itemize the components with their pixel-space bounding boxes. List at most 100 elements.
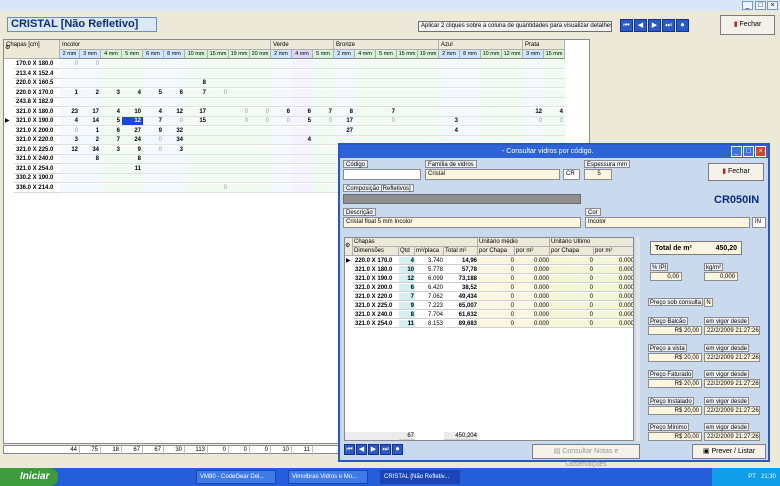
grid-cell[interactable]: 12	[122, 117, 143, 126]
grid-cell[interactable]	[122, 69, 143, 79]
grid-cell[interactable]	[101, 60, 122, 69]
dialog-cell[interactable]: 0	[478, 311, 515, 319]
grid-cell[interactable]	[292, 155, 313, 164]
grid-cell[interactable]	[418, 60, 439, 69]
grid-cell[interactable]	[397, 117, 418, 126]
grid-cell[interactable]	[208, 117, 229, 126]
grid-cell[interactable]	[313, 183, 334, 193]
grid-cell[interactable]: 8	[185, 79, 208, 88]
grid-cell[interactable]	[185, 69, 208, 79]
taskbar-item-cristal[interactable]: CRISTAL [Não Refletiv...	[380, 470, 460, 484]
grid-cell[interactable]	[271, 79, 292, 88]
grid-cell[interactable]	[523, 69, 544, 79]
dialog-cell[interactable]: 7.704	[415, 311, 444, 319]
grid-cell[interactable]	[143, 69, 164, 79]
grid-cell[interactable]: 0	[60, 126, 80, 136]
grid-cell[interactable]	[439, 60, 460, 69]
grid-cell[interactable]: 1	[60, 88, 80, 98]
grid-cell[interactable]: 17	[185, 107, 208, 117]
grid-cell[interactable]: 0	[143, 136, 164, 145]
grid-cell[interactable]: 0	[143, 145, 164, 155]
grid-cell[interactable]	[544, 69, 565, 79]
grid-cell[interactable]: 34	[164, 136, 185, 145]
dialog-cell[interactable]: 73,188	[444, 275, 478, 283]
dialog-cell[interactable]: 0	[478, 320, 515, 328]
dialog-cell[interactable]: 6.099	[415, 275, 444, 283]
dialog-cell[interactable]: 0	[550, 302, 594, 310]
dialog-cell[interactable]: 0.000	[515, 293, 550, 301]
grid-cell[interactable]: 24	[122, 136, 143, 145]
dialog-cell[interactable]: 0	[550, 320, 594, 328]
grid-cell[interactable]	[122, 79, 143, 88]
grid-cell[interactable]	[164, 155, 185, 164]
grid-cell[interactable]	[164, 60, 185, 69]
grid-cell[interactable]	[355, 60, 376, 69]
grid-cell[interactable]	[271, 183, 292, 193]
dialog-cell[interactable]: 38,52	[444, 284, 478, 292]
grid-cell[interactable]: 10	[122, 107, 143, 117]
grid-cell[interactable]: 12	[164, 107, 185, 117]
grid-cell[interactable]: 14	[80, 117, 101, 126]
dialog-close-button[interactable]: ▮ Fechar	[708, 163, 764, 181]
grid-cell[interactable]	[523, 126, 544, 136]
grid-cell[interactable]	[376, 69, 397, 79]
grid-cell[interactable]: 27	[334, 126, 355, 136]
grid-cell[interactable]	[164, 69, 185, 79]
grid-cell[interactable]	[60, 164, 80, 174]
grid-cell[interactable]	[544, 126, 565, 136]
grid-cell[interactable]	[185, 126, 208, 136]
close-icon[interactable]: ×	[767, 1, 778, 10]
dialog-cell[interactable]: 321.0 X 190.0	[353, 275, 399, 283]
nav-prev-button[interactable]: ◀	[634, 19, 647, 32]
grid-cell[interactable]: 2	[80, 136, 101, 145]
grid-cell[interactable]	[292, 174, 313, 183]
familia-code-field[interactable]: CR	[563, 169, 580, 180]
grid-cell[interactable]: 0	[229, 107, 250, 117]
grid-cell[interactable]: 4	[122, 88, 143, 98]
dialog-cell[interactable]: 9	[399, 302, 415, 310]
grid-cell[interactable]	[334, 79, 355, 88]
grid-cell[interactable]	[523, 79, 544, 88]
grid-cell[interactable]: 3	[101, 88, 122, 98]
grid-cell[interactable]	[313, 164, 334, 174]
dialog-cell[interactable]: 0.000	[594, 320, 633, 328]
grid-cell[interactable]	[122, 98, 143, 107]
grid-cell[interactable]	[143, 98, 164, 107]
ipi-field[interactable]: 0,00	[650, 272, 682, 281]
grid-cell[interactable]	[271, 145, 292, 155]
grid-cell[interactable]	[460, 107, 481, 117]
grid-cell[interactable]	[523, 98, 544, 107]
grid-cell[interactable]	[164, 79, 185, 88]
grid-cell[interactable]: 3	[101, 145, 122, 155]
grid-cell[interactable]	[229, 69, 250, 79]
dialog-cell[interactable]: 321.0 X 220.0	[353, 293, 399, 301]
grid-cell[interactable]	[208, 136, 229, 145]
grid-cell[interactable]: 8	[122, 155, 143, 164]
grid-cell[interactable]	[250, 183, 271, 193]
price-value[interactable]: R$ 20,00	[648, 432, 702, 441]
dialog-cell[interactable]: 0	[550, 266, 594, 274]
grid-cell[interactable]	[271, 155, 292, 164]
grid-cell[interactable]: 0	[523, 117, 544, 126]
espessura-field[interactable]: 5	[584, 169, 612, 180]
grid-cell[interactable]: 0	[250, 117, 271, 126]
grid-cell[interactable]	[143, 164, 164, 174]
grid-cell[interactable]	[418, 117, 439, 126]
grid-cell[interactable]	[502, 117, 523, 126]
grid-cell[interactable]	[143, 60, 164, 69]
grid-cell[interactable]: 6	[101, 126, 122, 136]
grid-cell[interactable]	[544, 79, 565, 88]
grid-cell[interactable]	[334, 60, 355, 69]
grid-cell[interactable]: 4	[101, 107, 122, 117]
grid-cell[interactable]: 15	[185, 117, 208, 126]
grid-cell[interactable]	[481, 117, 502, 126]
grid-cell[interactable]	[418, 79, 439, 88]
grid-cell[interactable]	[250, 98, 271, 107]
dialog-cell[interactable]: 0.000	[594, 257, 633, 265]
grid-cell[interactable]: 1	[80, 126, 101, 136]
grid-cell[interactable]	[460, 126, 481, 136]
dialog-cell[interactable]: 0	[550, 275, 594, 283]
dialog-cell[interactable]: 57,78	[444, 266, 478, 274]
grid-cell[interactable]: 11	[122, 164, 143, 174]
grid-cell[interactable]	[460, 88, 481, 98]
